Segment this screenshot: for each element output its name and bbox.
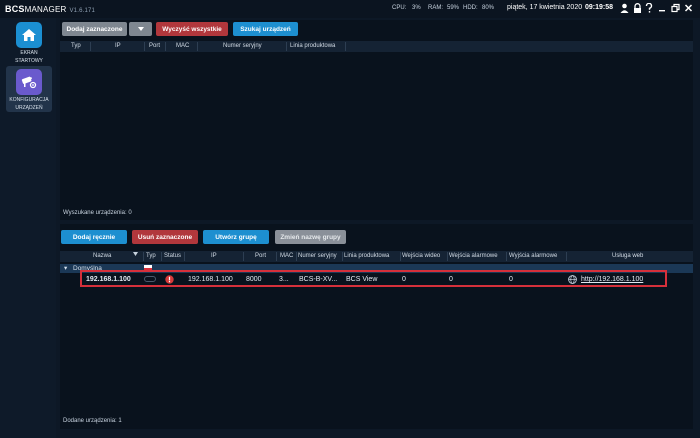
sidebar-item-label: URZĄDZEŃ	[15, 105, 43, 111]
device-serial: BCS-B-XV...	[299, 276, 338, 283]
device-config-icon	[16, 69, 42, 95]
column-separator	[165, 42, 166, 51]
column-header-serial[interactable]: Numer seryjny	[223, 43, 262, 49]
sidebar-item-label: EKRAN	[20, 50, 38, 56]
sort-desc-icon[interactable]	[133, 252, 138, 258]
help-icon[interactable]	[644, 2, 654, 14]
column-header-product-line[interactable]: Linia produktowa	[344, 253, 389, 259]
column-header-status[interactable]: Status	[164, 253, 181, 259]
app-product: MANAGER	[24, 5, 67, 14]
column-separator	[506, 252, 507, 261]
column-header-ip[interactable]: IP	[211, 253, 217, 259]
device-alarm-outputs: 0	[509, 276, 513, 283]
device-video-inputs: 0	[402, 276, 406, 283]
create-group-button[interactable]: Utwórz grupę	[203, 230, 269, 244]
column-separator	[566, 252, 567, 261]
device-status: Dodane urządzenia: 1	[63, 418, 122, 424]
side-navigation: EKRAN STARTOWY KONFIGURACJA URZĄDZEŃ	[0, 18, 56, 438]
column-header-type[interactable]: Typ	[71, 43, 81, 49]
device-name: 192.168.1.100	[86, 276, 131, 283]
device-status-count: 1	[118, 418, 122, 424]
column-separator	[276, 252, 277, 261]
restore-icon[interactable]	[670, 3, 680, 14]
column-separator	[286, 42, 287, 51]
device-status-label: Dodane urządzenia:	[63, 418, 117, 424]
globe-icon	[568, 275, 577, 286]
column-header-alarm-inputs[interactable]: Wejścia alarmowe	[449, 253, 498, 259]
add-manual-button[interactable]: Dodaj ręcznie	[61, 230, 127, 244]
app-logo: BCSMANAGER V1.6.171	[5, 4, 95, 14]
sidebar-item-start-screen[interactable]: EKRAN STARTOWY	[6, 22, 52, 68]
ram-value: 59%	[447, 5, 460, 11]
column-header-ip[interactable]: IP	[115, 43, 121, 49]
sidebar-item-label: KONFIGURACJA	[9, 97, 49, 103]
clear-all-button[interactable]: Wyczyść wszystkie	[156, 22, 228, 36]
minimize-icon[interactable]	[657, 3, 667, 14]
hdd-label: HDD:	[463, 5, 478, 11]
add-selected-button[interactable]: Dodaj zaznaczone	[62, 22, 127, 36]
ram-label: RAM:	[428, 5, 443, 11]
column-separator	[197, 42, 198, 51]
column-separator	[345, 42, 346, 51]
column-separator	[90, 42, 91, 51]
column-separator	[144, 42, 145, 51]
search-status: Wyszukane urządzenia: 0	[63, 210, 132, 216]
web-service-link[interactable]: http://192.168.1.100	[581, 276, 643, 283]
column-separator	[342, 252, 343, 261]
user-icon[interactable]	[619, 3, 629, 14]
device-port: 8000	[246, 276, 262, 283]
column-header-port[interactable]: Port	[255, 253, 266, 259]
cpu-label: CPU:	[392, 5, 407, 11]
column-separator	[296, 252, 297, 261]
collapse-icon[interactable]: ▾	[64, 264, 67, 272]
device-alarm-inputs: 0	[449, 276, 453, 283]
device-product-line: BCS View	[346, 276, 378, 283]
add-selected-dropdown[interactable]	[129, 22, 152, 36]
date-display: piątek, 17 kwietnia 2020	[507, 4, 583, 11]
close-icon[interactable]	[683, 3, 693, 14]
sidebar-item-label: STARTOWY	[15, 58, 43, 64]
device-type-icon	[144, 276, 156, 284]
column-separator	[400, 252, 401, 261]
search-devices-button[interactable]: Szukaj urządzeń	[233, 22, 298, 36]
rename-group-button[interactable]: Zmień nazwę grupy	[275, 230, 346, 244]
device-mac: 3...	[279, 276, 289, 283]
app-brand: BCS	[5, 4, 25, 14]
column-header-video-inputs[interactable]: Wejścia wideo	[402, 253, 440, 259]
column-separator	[243, 252, 244, 261]
cpu-value: 3%	[412, 5, 421, 11]
column-separator	[447, 252, 448, 261]
table-row[interactable]: 192.168.1.100 192.168.1.100 8000 3... BC…	[80, 270, 667, 287]
app-version: V1.6.171	[69, 8, 96, 14]
column-header-mac[interactable]: MAC	[280, 253, 293, 259]
column-separator	[184, 252, 185, 261]
column-header-alarm-outputs[interactable]: Wyjścia alarmowe	[509, 253, 557, 259]
column-header-port[interactable]: Port	[149, 43, 160, 49]
column-separator	[161, 252, 162, 261]
column-header-serial[interactable]: Numer seryjny	[298, 253, 337, 259]
time-display: 09:19:58	[585, 4, 614, 11]
lock-icon[interactable]	[632, 3, 642, 14]
device-ip: 192.168.1.100	[188, 276, 233, 283]
column-header-type[interactable]: Typ	[146, 253, 156, 259]
column-header-web-service[interactable]: Usługa web	[612, 253, 643, 259]
search-status-label: Wyszukane urządzenia:	[63, 210, 127, 216]
device-table-header: Nazwa Typ Status IP Port MAC Numer seryj…	[60, 251, 693, 262]
sidebar-item-device-config[interactable]: KONFIGURACJA URZĄDZEŃ	[6, 66, 52, 112]
status-error-icon	[165, 275, 174, 286]
column-separator	[143, 252, 144, 261]
chevron-down-icon	[137, 26, 144, 33]
column-header-name[interactable]: Nazwa	[93, 253, 111, 259]
search-status-count: 0	[128, 210, 132, 216]
title-bar: BCSMANAGER V1.6.171 CPU: 3% RAM: 59% HDD:…	[0, 0, 700, 18]
hdd-value: 80%	[482, 5, 495, 11]
column-header-mac[interactable]: MAC	[176, 43, 189, 49]
search-table-header: Typ IP Port MAC Numer seryjny Linia prod…	[60, 41, 693, 52]
column-header-product-line[interactable]: Linia produktowa	[290, 43, 335, 49]
home-icon	[16, 22, 42, 48]
delete-selected-button[interactable]: Usuń zaznaczone	[132, 230, 198, 244]
